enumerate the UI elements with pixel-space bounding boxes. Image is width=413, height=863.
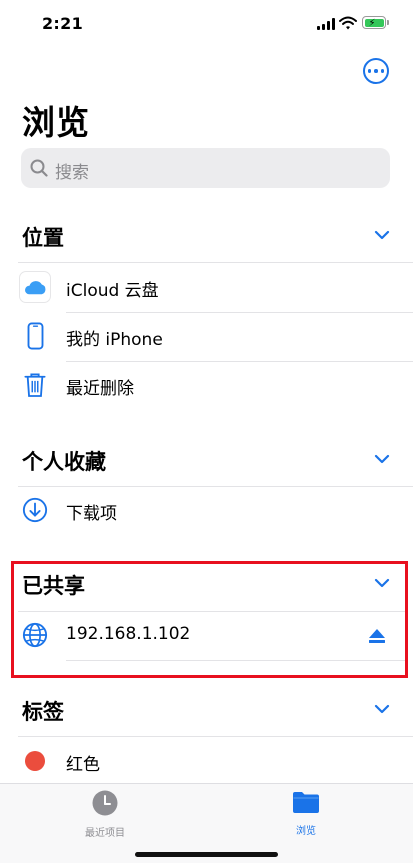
list-item-label: 最近删除 bbox=[66, 379, 134, 399]
search-placeholder: 搜索 bbox=[55, 163, 89, 183]
tab-recents[interactable]: 最近项目 bbox=[45, 790, 165, 839]
divider bbox=[18, 262, 413, 263]
wifi-icon bbox=[339, 16, 357, 30]
tab-browse[interactable]: 浏览 bbox=[246, 790, 366, 837]
battery-cap bbox=[387, 20, 389, 25]
more-options-button[interactable] bbox=[363, 58, 389, 84]
section-title: 位置 bbox=[22, 226, 64, 250]
tab-label: 浏览 bbox=[296, 826, 316, 837]
list-item-my-iphone[interactable]: 我的 iPhone bbox=[0, 313, 413, 361]
chevron-down-icon[interactable] bbox=[374, 704, 390, 714]
section-title: 标签 bbox=[22, 700, 64, 724]
chevron-down-icon[interactable] bbox=[374, 230, 390, 240]
section-header-favorites[interactable]: 个人收藏 bbox=[0, 440, 413, 480]
trash-icon bbox=[19, 369, 51, 401]
search-icon bbox=[30, 159, 48, 177]
section-header-tags[interactable]: 标签 bbox=[0, 690, 413, 730]
tab-label: 最近项目 bbox=[85, 828, 125, 839]
home-indicator bbox=[135, 852, 278, 857]
search-input[interactable]: 搜索 bbox=[21, 148, 390, 188]
list-item-label: iCloud 云盘 bbox=[66, 281, 159, 301]
section-title: 个人收藏 bbox=[22, 450, 106, 474]
highlight-box bbox=[11, 561, 408, 678]
tab-bar: 最近项目 浏览 bbox=[0, 783, 413, 863]
section-header-locations[interactable]: 位置 bbox=[0, 216, 413, 256]
page-title: 浏览 bbox=[22, 103, 90, 142]
clock-icon bbox=[92, 790, 118, 816]
list-item-label: 我的 iPhone bbox=[66, 330, 163, 350]
status-bar: 2:21 ⚡ bbox=[0, 0, 413, 50]
chevron-down-icon[interactable] bbox=[374, 454, 390, 464]
icloud-icon bbox=[19, 271, 51, 303]
list-item-label: 下载项 bbox=[66, 504, 117, 524]
download-icon bbox=[19, 494, 51, 526]
list-item-label: 红色 bbox=[66, 755, 100, 775]
list-item-tag-red[interactable]: 红色 bbox=[0, 738, 413, 786]
list-item-downloads[interactable]: 下载项 bbox=[0, 487, 413, 535]
iphone-icon bbox=[19, 320, 51, 352]
list-item-icloud[interactable]: iCloud 云盘 bbox=[0, 264, 413, 312]
battery-icon: ⚡ bbox=[362, 16, 386, 29]
cellular-signal-icon bbox=[317, 18, 335, 30]
divider bbox=[18, 736, 413, 737]
tag-color-dot bbox=[19, 745, 51, 777]
list-item-recently-deleted[interactable]: 最近删除 bbox=[0, 362, 413, 410]
status-time: 2:21 bbox=[42, 14, 83, 33]
folder-icon bbox=[293, 792, 319, 813]
ellipsis-icon bbox=[367, 69, 372, 73]
